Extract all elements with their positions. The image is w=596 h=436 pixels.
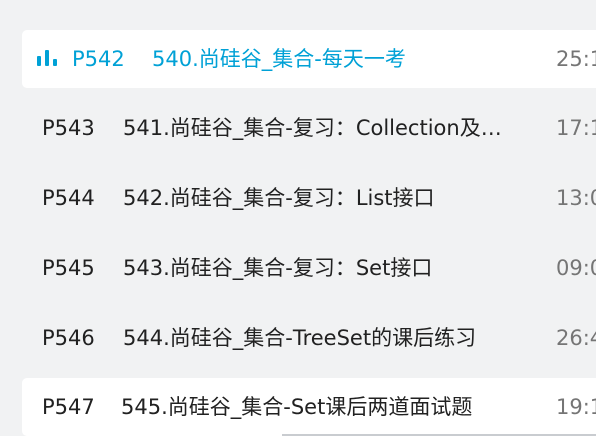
episode-number: P544 xyxy=(42,186,95,210)
episode-number: P543 xyxy=(42,116,95,140)
episode-item-p542[interactable]: P542 540.尚硅谷_集合-每天一考 25:1 xyxy=(22,30,596,88)
episode-number: P547 xyxy=(42,395,95,419)
episode-duration: 13:0 xyxy=(556,186,596,210)
episode-number: P545 xyxy=(42,256,95,280)
episode-duration: 19:1 xyxy=(556,395,596,419)
episode-item-p543[interactable]: P543 541.尚硅谷_集合-复习：Collection及… 17:1 xyxy=(22,99,596,157)
episode-title: 540.尚硅谷_集合-每天一考 xyxy=(152,47,406,71)
episode-duration: 25:1 xyxy=(556,47,596,71)
episode-number: P542 xyxy=(72,47,125,71)
episode-duration: 09:0 xyxy=(556,256,596,280)
episode-item-p545[interactable]: P545 543.尚硅谷_集合-复习：Set接口 09:0 xyxy=(22,239,596,297)
episode-title: 541.尚硅谷_集合-复习：Collection及… xyxy=(123,116,502,140)
episode-title: 544.尚硅谷_集合-TreeSet的课后练习 xyxy=(123,326,477,350)
episode-number: P546 xyxy=(42,326,95,350)
playing-bars-icon xyxy=(37,50,57,66)
episode-list: P542 540.尚硅谷_集合-每天一考 25:1 P543 541.尚硅谷_集… xyxy=(0,0,596,436)
episode-item-p544[interactable]: P544 542.尚硅谷_集合-复习：List接口 13:0 xyxy=(22,169,596,227)
episode-item-p546[interactable]: P546 544.尚硅谷_集合-TreeSet的课后练习 26:4 xyxy=(22,309,596,367)
episode-title: 545.尚硅谷_集合-Set课后两道面试题 xyxy=(121,395,473,419)
episode-title: 542.尚硅谷_集合-复习：List接口 xyxy=(123,186,435,210)
episode-title: 543.尚硅谷_集合-复习：Set接口 xyxy=(123,256,433,280)
episode-duration: 26:4 xyxy=(556,326,596,350)
episode-item-p547[interactable]: P547 545.尚硅谷_集合-Set课后两道面试题 19:1 xyxy=(22,378,596,436)
episode-duration: 17:1 xyxy=(556,116,596,140)
